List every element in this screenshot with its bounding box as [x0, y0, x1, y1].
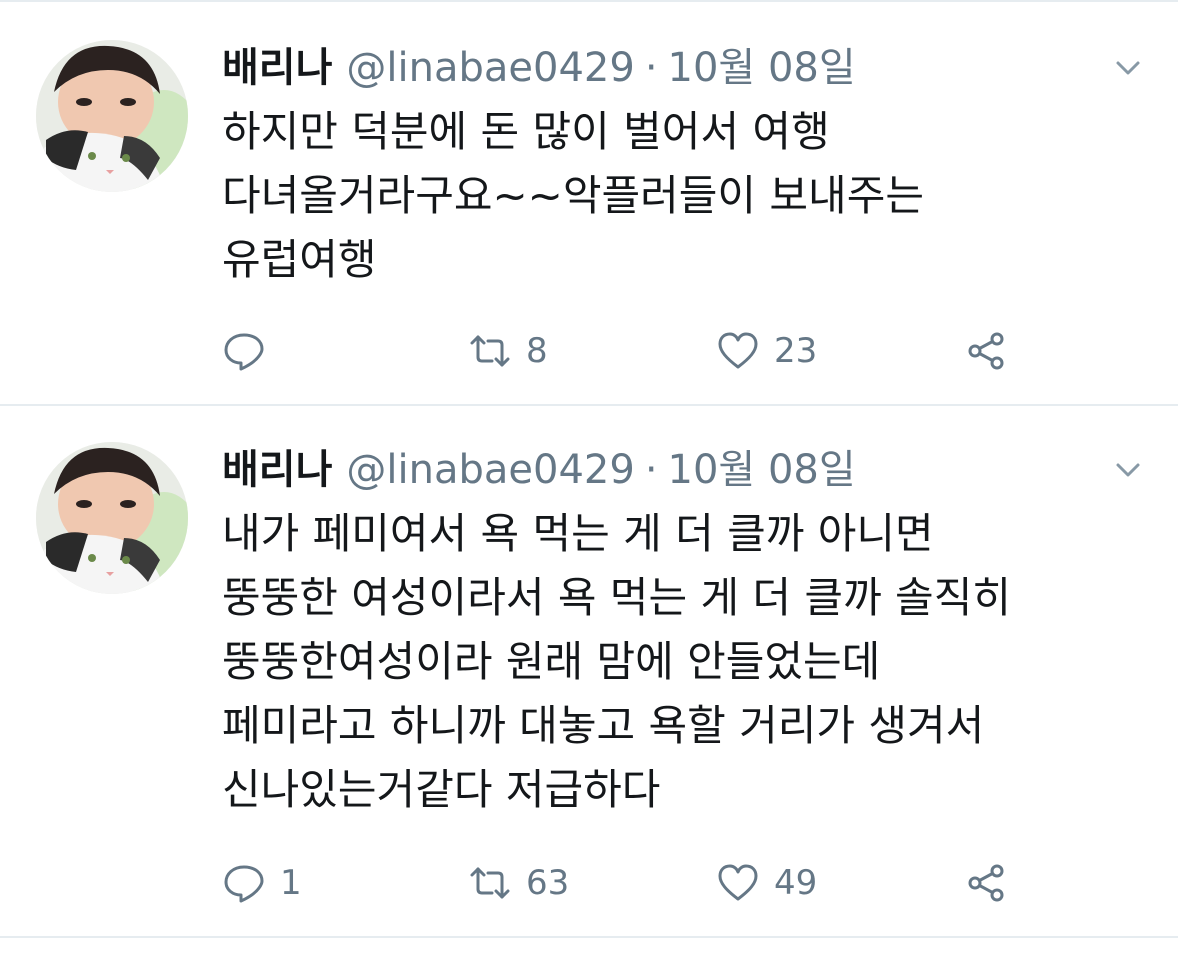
tweet-text-line: 신나있는거같다 저급하다 [222, 765, 661, 814]
like-count: 23 [774, 331, 818, 371]
tweet-text: 하지만 덕분에 돈 많이 벌어서 여행 다녀올거라구요~~악플러들이 보내주는 … [222, 100, 1142, 292]
reply-icon [222, 861, 266, 905]
tweet-date[interactable]: 10월 08일 [668, 447, 856, 493]
divider [0, 0, 1178, 2]
retweet-icon [468, 329, 512, 373]
display-name[interactable]: 배리나 [222, 45, 332, 91]
tweet-header: 배리나 @linabae0429 · 10월 08일 [222, 442, 856, 498]
tweet-text-line: 다녀올거라구요~~악플러들이 보내주는 [222, 171, 924, 220]
tweet-text-line: 내가 페미여서 욕 먹는 게 더 클까 아니면 [222, 509, 934, 558]
chevron-down-icon[interactable] [1114, 58, 1142, 78]
share-icon [964, 329, 1008, 373]
separator: · [644, 447, 658, 493]
handle[interactable]: @linabae0429 [346, 447, 634, 493]
retweet-count: 8 [526, 331, 548, 371]
tweet-actions: 8 23 [222, 326, 1178, 376]
reply-count: 1 [280, 863, 302, 903]
like-icon [716, 329, 760, 373]
retweet-icon [468, 861, 512, 905]
tweet-text-line: 하지만 덕분에 돈 많이 벌어서 여행 [222, 107, 830, 156]
tweet-text-line: 유럽여행 [222, 235, 377, 284]
tweet-text-line: 뚱뚱한 여성이라서 욕 먹는 게 더 클까 솔직히 [222, 573, 1011, 622]
like-button[interactable]: 49 [716, 858, 817, 908]
like-button[interactable]: 23 [716, 326, 817, 376]
retweet-button[interactable]: 63 [468, 858, 569, 908]
tweet-date[interactable]: 10월 08일 [668, 45, 856, 91]
avatar[interactable] [36, 442, 188, 594]
avatar[interactable] [36, 40, 188, 192]
tweet[interactable]: 배리나 @linabae0429 · 10월 08일 하지만 덕분에 돈 많이 벌어서… [0, 4, 1178, 404]
reply-icon [222, 329, 266, 373]
tweet-actions: 1 63 49 [222, 858, 1178, 908]
tweet-timeline: 배리나 @linabae0429 · 10월 08일 하지만 덕분에 돈 많이 벌어서… [0, 0, 1178, 960]
reply-button[interactable]: 1 [222, 858, 302, 908]
tweet-text: 내가 페미여서 욕 먹는 게 더 클까 아니면 뚱뚱한 여성이라서 욕 먹는 게… [222, 502, 1142, 822]
tweet-header: 배리나 @linabae0429 · 10월 08일 [222, 40, 856, 96]
display-name[interactable]: 배리나 [222, 447, 332, 493]
divider [0, 936, 1178, 938]
tweet[interactable]: 배리나 @linabae0429 · 10월 08일 내가 페미여서 욕 먹는 게 더… [0, 406, 1178, 934]
separator: · [644, 45, 658, 91]
like-count: 49 [774, 863, 818, 903]
retweet-count: 63 [526, 863, 570, 903]
like-icon [716, 861, 760, 905]
retweet-button[interactable]: 8 [468, 326, 548, 376]
handle[interactable]: @linabae0429 [346, 45, 634, 91]
tweet-text-line: 뚱뚱한여성이라 원래 맘에 안들었는데 [222, 637, 881, 686]
share-icon [964, 861, 1008, 905]
share-button[interactable] [964, 858, 1008, 908]
tweet-text-line: 페미라고 하니까 대놓고 욕할 거리가 생겨서 [222, 701, 985, 750]
share-button[interactable] [964, 326, 1008, 376]
chevron-down-icon[interactable] [1114, 460, 1142, 480]
reply-button[interactable] [222, 326, 280, 376]
